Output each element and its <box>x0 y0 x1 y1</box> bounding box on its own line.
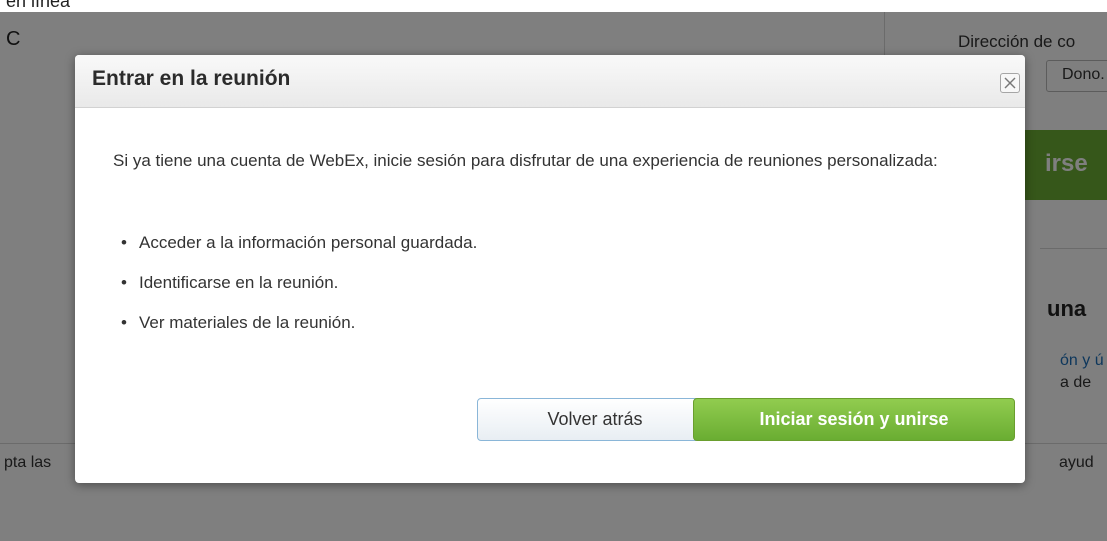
list-item-text: Identificarse en la reunión. <box>139 273 339 292</box>
sign-in-and-join-button[interactable]: Iniciar sesión y unirse <box>693 398 1015 441</box>
page: en línea C Dirección de co Dono. irse un… <box>0 0 1107 541</box>
dialog-intro-text: Si ya tiene una cuenta de WebEx, inicie … <box>113 151 938 170</box>
list-item-text: Ver materiales de la reunión. <box>139 313 356 332</box>
close-icon <box>1004 77 1016 89</box>
join-meeting-dialog: Entrar en la reunión Si ya tiene una cue… <box>75 55 1025 483</box>
dialog-header: Entrar en la reunión <box>75 55 1025 108</box>
list-item: • Ver materiales de la reunión. <box>121 313 356 332</box>
close-button[interactable] <box>1000 73 1020 93</box>
dialog-title: Entrar en la reunión <box>92 67 291 90</box>
benefits-list: • Acceder a la información personal guard… <box>121 231 477 351</box>
list-item: • Identificarse en la reunión. <box>121 273 339 292</box>
background-status-text: en línea <box>6 0 71 11</box>
list-item: • Acceder a la información personal guard… <box>121 233 478 252</box>
list-item-text: Acceder a la información personal guarda… <box>139 233 478 252</box>
go-back-button[interactable]: Volver atrás <box>477 398 713 441</box>
